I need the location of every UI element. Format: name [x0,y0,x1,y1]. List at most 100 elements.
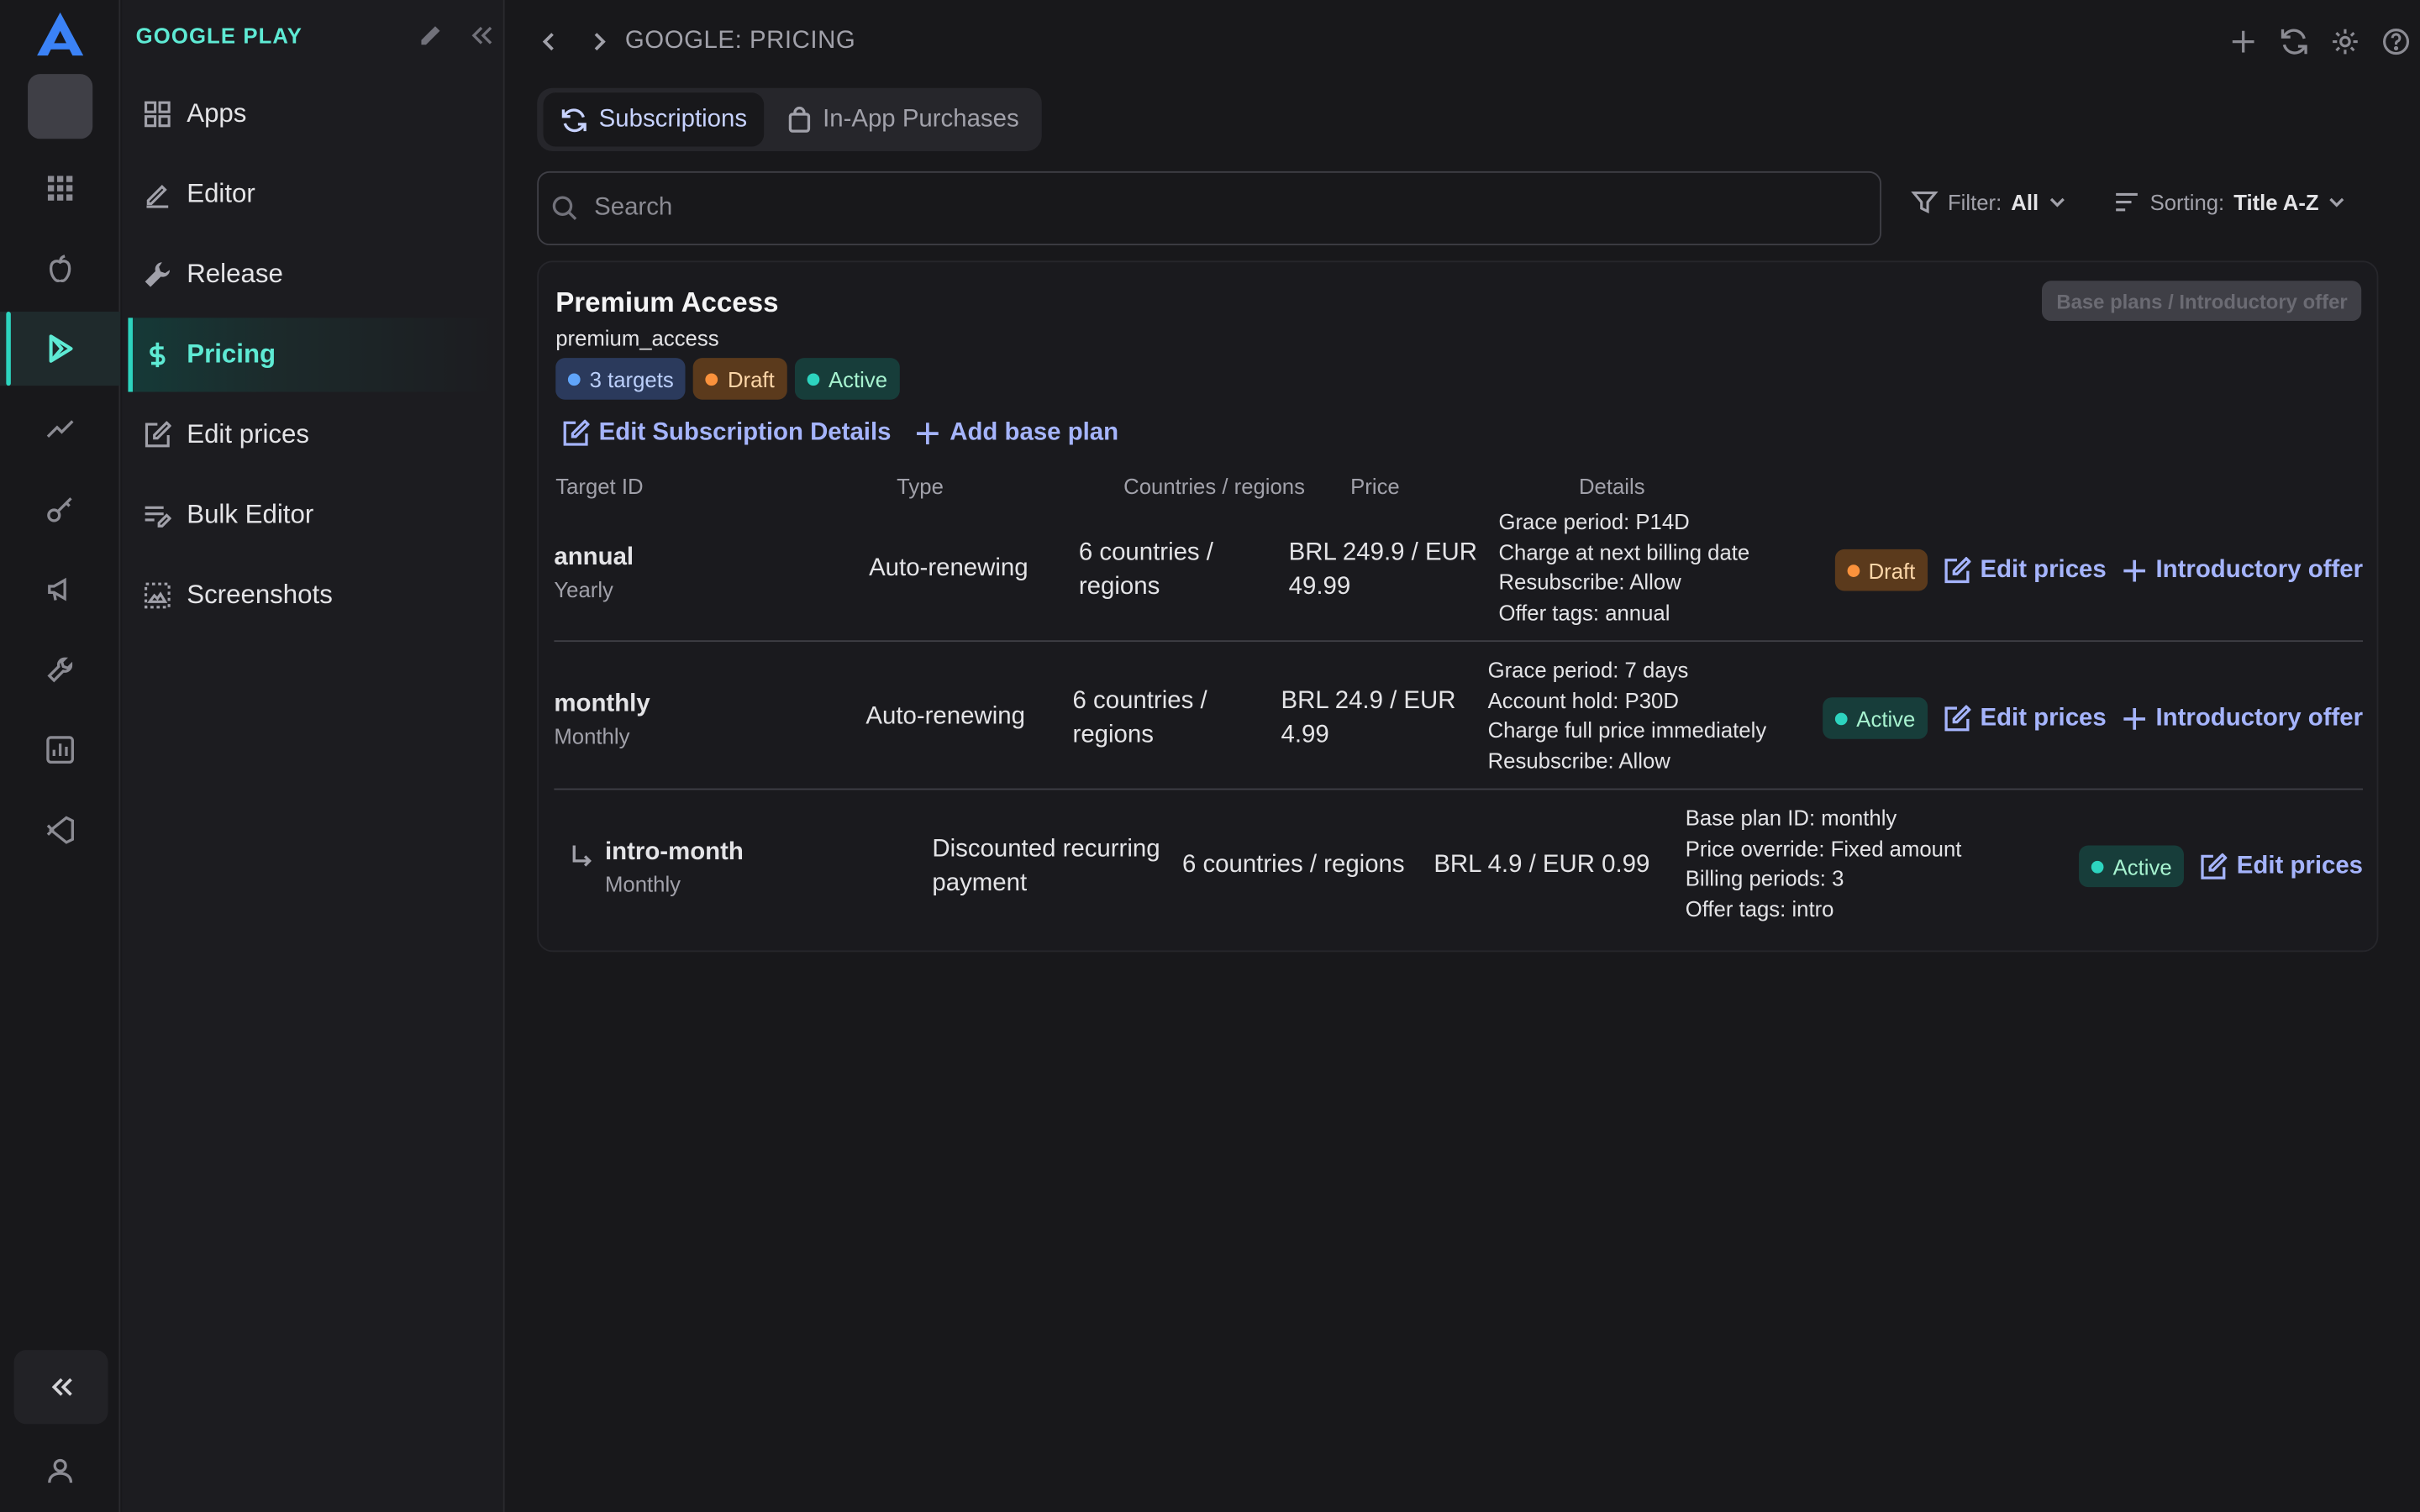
badge-label: 3 targets [589,366,674,391]
wrench-icon [144,260,171,288]
tab-subscriptions[interactable]: Subscriptions [543,92,765,147]
chevron-down-icon [2048,193,2066,212]
detail-line: Grace period: P14D [1498,509,1690,534]
type-cell: Auto-renewing [865,703,1025,730]
draft-badge: Draft [693,358,787,400]
target-id: intro-month [605,839,744,866]
targets-badge: 3 targets [555,358,687,400]
collapse-sidebar-icon[interactable] [469,22,493,50]
sidebar-item-edit-prices[interactable]: Edit prices [128,398,498,472]
table-row: intro-month Monthly Discounted recurring… [554,791,2363,937]
price-cell: BRL 4.9 / EUR 0.99 [1434,851,1650,879]
target-period: Yearly [554,576,613,602]
status-badge: Active [1822,697,1928,739]
plus-icon [2122,704,2146,732]
table-row: annual Yearly Auto-renewing 6 countries … [554,506,2364,643]
icon-rail [0,0,121,1512]
user-profile-icon[interactable] [0,1435,120,1505]
edit-pencil-icon[interactable] [417,22,445,50]
subscription-card: Premium Access premium_access 3 targets … [537,260,2379,953]
plus-icon [916,420,940,448]
introductory-offer-button[interactable]: Introductory offer [2122,556,2363,584]
target-id-cell: intro-month Monthly [605,837,744,898]
analytics-trend-icon[interactable] [0,392,120,466]
tab-bar: Subscriptions In-App Purchases [537,87,1043,151]
apple-icon[interactable] [0,232,120,306]
target-id: monthly [554,690,650,718]
sorting-button[interactable]: Sorting: Title A-Z [2112,188,2346,216]
detail-line: Account hold: P30D [1487,687,1679,712]
search-box [537,171,1881,246]
sidebar-item-label: Release [187,259,283,289]
section-sidebar: GOOGLE PLAY Apps Editor Release Pricing … [122,0,505,1512]
badge-label: Active [829,366,888,391]
status-badge: Draft [1834,549,1928,591]
price-cell: BRL 24.9 / EUR 4.99 [1281,688,1456,748]
forward-icon[interactable] [587,28,611,55]
app-avatar[interactable] [28,74,93,139]
sidebar-item-editor[interactable]: Editor [128,157,498,231]
detail-line: Billing periods: 3 [1685,865,1844,890]
bar-chart-icon[interactable] [0,713,120,787]
megaphone-icon[interactable] [0,553,120,627]
help-icon[interactable] [2381,26,2411,57]
button-label: Introductory offer [2155,556,2364,583]
key-icon[interactable] [0,472,120,546]
detail-line: Price override: Fixed amount [1685,835,1962,860]
tab-label: Subscriptions [598,105,748,133]
edit-square-icon [1943,704,1971,732]
sidebar-item-screenshots[interactable]: Screenshots [128,559,498,633]
sidebar-item-release[interactable]: Release [128,238,498,312]
search-input[interactable] [594,194,1829,223]
base-plans-intro-offer-button[interactable]: Base plans / Introductory offer [2042,281,2362,322]
add-icon[interactable] [2228,26,2258,57]
header-countries: Countries / regions [1123,473,1305,499]
edit-prices-button[interactable]: Edit prices [1943,704,2107,732]
details-cell: Grace period: P14D Charge at next billin… [1498,507,1749,627]
vscode-icon[interactable] [0,793,120,867]
detail-line: Grace period: 7 days [1487,657,1689,682]
add-base-plan-button[interactable]: Add base plan [916,420,1118,448]
details-cell: Grace period: 7 days Account hold: P30D … [1488,656,1767,776]
sidebar-title: GOOGLE PLAY [135,23,302,48]
apps-grid-icon[interactable] [0,151,120,225]
back-icon[interactable] [537,28,561,55]
tab-in-app-purchases[interactable]: In-App Purchases [771,92,1036,146]
google-play-icon[interactable] [0,312,121,386]
countries-cell: 6 countries / regions [1181,851,1405,879]
countries-cell: 6 countries / regions [1072,688,1207,748]
edit-prices-button[interactable]: Edit prices [1943,556,2107,584]
sidebar-item-pricing[interactable]: Pricing [128,318,499,392]
shopping-bag-icon [787,106,812,134]
dollar-icon [144,341,171,369]
type-cell: Discounted recurring payment [932,836,1160,897]
collapse-rail-button[interactable] [13,1350,108,1425]
sidebar-item-bulk-editor[interactable]: Bulk Editor [128,478,498,552]
table-row: monthly Monthly Auto-renewing 6 countrie… [554,643,2364,790]
introductory-offer-button[interactable]: Introductory offer [2122,704,2363,732]
tools-icon[interactable] [0,633,120,706]
edit-subscription-details-button[interactable]: Edit Subscription Details [562,419,891,448]
sidebar-item-label: Screenshots [187,580,333,610]
filter-button[interactable]: Filter: All [1911,188,2066,216]
screenshot-icon [144,581,171,609]
badge-label: Draft [727,366,775,391]
plus-icon [2122,556,2146,584]
header-type: Type [897,473,944,499]
active-badge: Active [794,358,900,400]
edit-square-icon [144,421,171,449]
app-logo-icon[interactable] [34,9,86,59]
edit-prices-button[interactable]: Edit prices [2200,852,2364,880]
sync-icon[interactable] [2280,26,2309,57]
list-edit-icon [144,501,171,529]
countries-cell: 6 countries / regions [1078,539,1213,601]
sidebar-item-label: Editor [187,179,255,208]
detail-line: Charge at next billing date [1498,538,1750,564]
type-cell: Auto-renewing [869,555,1028,582]
filter-label: Filter: [1947,189,2002,215]
header-target-id: Target ID [555,473,644,499]
button-label: Edit prices [2236,852,2364,879]
sidebar-item-apps[interactable]: Apps [128,77,498,151]
settings-gear-icon[interactable] [2330,26,2360,57]
button-label: Edit prices [1980,704,2107,731]
